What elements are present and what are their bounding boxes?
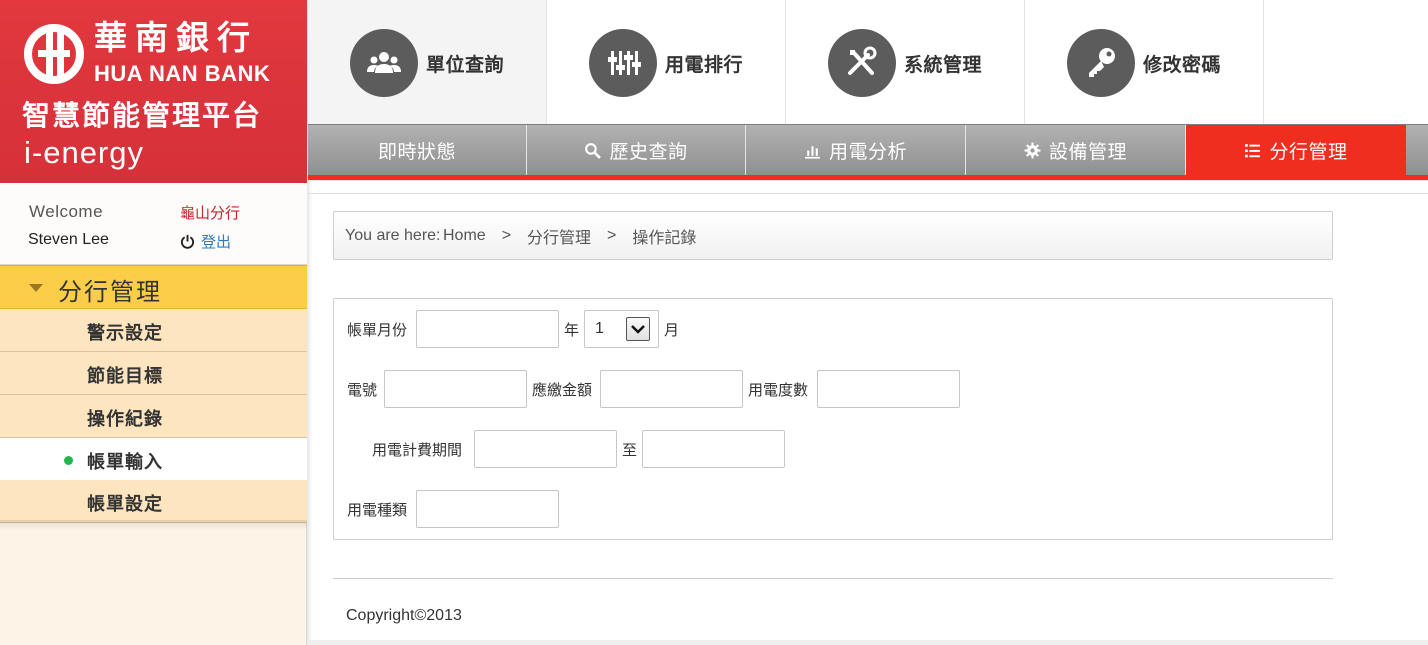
meter-number-label: 電號 (347, 381, 378, 399)
sidebar-item-label: 警示設定 (87, 323, 163, 344)
key-icon (1067, 29, 1135, 97)
breadcrumb-separator: > (607, 226, 617, 244)
breadcrumb-current-page: 操作記錄 (632, 229, 697, 247)
active-indicator-dot (64, 456, 73, 465)
power-icon (180, 234, 195, 249)
logout-label: 登出 (201, 233, 232, 251)
tools-icon (828, 29, 896, 97)
topnav-label: 系統管理 (904, 54, 983, 76)
chevron-down-icon (626, 317, 650, 341)
topnav-change-password[interactable]: 修改密碼 (1025, 0, 1264, 124)
branch-name: 龜山分行 (180, 204, 241, 222)
breadcrumb-prefix: You are here: (345, 227, 441, 244)
sidebar-item-label: 帳單輸入 (87, 452, 163, 473)
tab-equipment-mgmt[interactable]: 設備管理 (966, 125, 1186, 176)
usage-kwh-input[interactable] (817, 370, 960, 408)
breadcrumb-home[interactable]: Home (443, 227, 486, 245)
billing-period-from-input[interactable] (474, 430, 617, 468)
product-name: i-energy (24, 135, 144, 170)
tab-label: 設備管理 (1048, 141, 1127, 163)
billing-period-to-input[interactable] (642, 430, 785, 468)
caret-down-icon (29, 284, 43, 292)
search-icon (585, 143, 602, 159)
user-name: Steven Lee (28, 231, 109, 248)
brand-name-en: HUA NAN BANK (94, 61, 271, 86)
welcome-text: Welcome (29, 202, 104, 221)
bill-input-form: 帳單月份 年 1 月 電號 應繳金額 用電度數 用電計費期間 至 用電種類 (333, 298, 1333, 540)
sidebar-item-alert-settings[interactable]: 警示設定 (0, 309, 307, 352)
topnav-unit-query[interactable]: 單位查詢 (308, 0, 547, 124)
year-input[interactable] (416, 310, 559, 348)
topnav-system-admin[interactable]: 系統管理 (786, 0, 1025, 124)
sidebar-item-label: 帳單設定 (87, 494, 163, 515)
month-suffix: 月 (664, 321, 680, 339)
sidebar: 華南銀行 HUA NAN BANK 智慧節能管理平台 i-energy Welc… (0, 0, 307, 645)
tab-bar: 即時狀態 歷史查詢 用電分析 設備管理 分行管理 (308, 124, 1428, 176)
topnav-label: 單位查詢 (426, 54, 505, 76)
tab-branch-mgmt[interactable]: 分行管理 (1186, 125, 1406, 176)
bill-month-label: 帳單月份 (347, 321, 408, 339)
tab-label: 即時狀態 (377, 141, 456, 163)
footer-divider (333, 578, 1333, 579)
topnav-usage-ranking[interactable]: 用電排行 (547, 0, 786, 124)
tab-usage-analysis[interactable]: 用電分析 (746, 125, 966, 176)
sidebar-item-bill-input[interactable]: 帳單輸入 (0, 438, 307, 481)
bar-chart-icon (805, 146, 820, 159)
topnav-label: 用電排行 (665, 54, 744, 76)
gear-icon (1024, 142, 1041, 159)
platform-title: 智慧節能管理平台 (22, 99, 263, 132)
tab-realtime-status[interactable]: 即時狀態 (308, 125, 527, 176)
sidebar-section-title: 分行管理 (58, 278, 162, 306)
usage-kwh-label: 用電度數 (748, 381, 809, 399)
tab-label: 用電分析 (828, 141, 907, 163)
users-icon (350, 29, 418, 97)
amount-due-input[interactable] (600, 370, 743, 408)
breadcrumb-separator: > (501, 226, 512, 244)
year-suffix: 年 (564, 321, 580, 339)
billing-period-to-label: 至 (622, 441, 638, 459)
sliders-icon (589, 29, 657, 97)
sidebar-item-label: 節能目標 (87, 366, 163, 387)
topnav-label: 修改密碼 (1143, 54, 1222, 76)
meter-number-input[interactable] (384, 370, 527, 408)
sidebar-item-energy-targets[interactable]: 節能目標 (0, 352, 307, 395)
top-nav: 單位查詢 用電排行 系統管理 修改密碼 (308, 0, 1428, 124)
hua-nan-bank-logo-icon (24, 24, 84, 84)
amount-due-label: 應繳金額 (532, 381, 593, 399)
month-select-value: 1 (595, 320, 604, 337)
month-select[interactable]: 1 (584, 310, 659, 348)
sidebar-item-bill-settings[interactable]: 帳單設定 (0, 480, 307, 523)
brand-logo[interactable]: 華南銀行 HUA NAN BANK 智慧節能管理平台 i-energy (0, 0, 307, 183)
copyright-text: Copyright©2013 (346, 607, 462, 624)
divider (308, 180, 1428, 181)
divider (308, 193, 1428, 194)
breadcrumb-branch-mgmt[interactable]: 分行管理 (527, 224, 591, 248)
sidebar-item-label: 操作紀錄 (87, 409, 163, 430)
usage-type-label: 用電種類 (347, 501, 408, 519)
user-panel: Welcome 龜山分行 Steven Lee 登出 (0, 183, 307, 265)
tab-history-query[interactable]: 歷史查詢 (527, 125, 746, 176)
tab-label: 歷史查詢 (609, 141, 688, 163)
brand-name-cn: 華南銀行 (94, 18, 258, 57)
logout-button[interactable]: 登出 (180, 231, 231, 252)
bottom-strip (308, 640, 1428, 645)
breadcrumb: You are here: Home > 分行管理 > 操作記錄 (333, 211, 1333, 260)
menu-shadow (0, 520, 307, 530)
tab-label: 分行管理 (1269, 141, 1348, 163)
billing-period-label: 用電計費期間 (372, 441, 463, 459)
sidebar-item-operation-log[interactable]: 操作紀錄 (0, 395, 307, 438)
usage-type-input[interactable] (416, 490, 559, 528)
sidebar-section-header[interactable]: 分行管理 (0, 265, 307, 309)
list-icon (1245, 144, 1261, 158)
